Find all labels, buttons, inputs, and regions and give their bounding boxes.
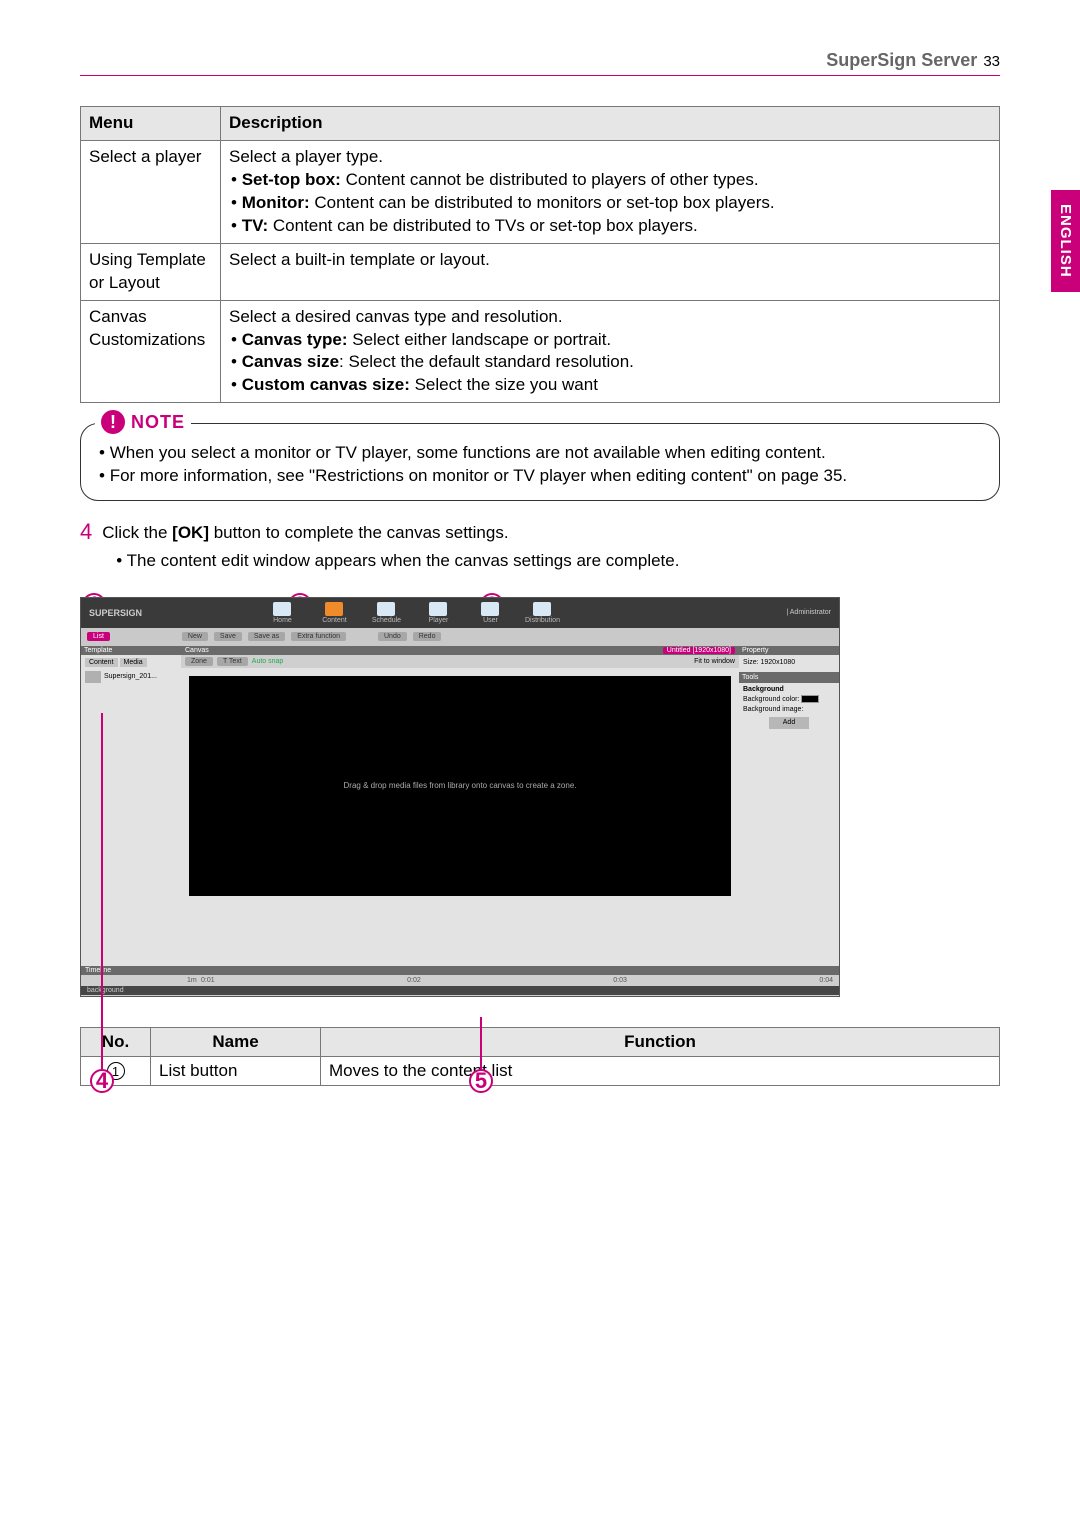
note-item: When you select a monitor or TV player, … xyxy=(99,442,985,465)
nav-user[interactable]: User xyxy=(467,602,513,624)
app-topbar: SUPERSIGN Home Content Schedule Player U… xyxy=(81,598,839,628)
bg-image-label: Background image: xyxy=(743,705,835,715)
zoom-level[interactable]: 1m xyxy=(187,977,197,984)
save-as-button[interactable]: Save as xyxy=(248,632,285,641)
canvas-hint: Drag & drop media files from library ont… xyxy=(344,781,577,790)
template-panel: Template ContentMedia Supersign_201... xyxy=(81,646,181,966)
callout-4: 4 xyxy=(90,1069,114,1093)
thumbnail-icon xyxy=(85,671,101,683)
timeline-panel: Timeline 1m 0:01 0:02 0:03 0:04 backgrou… xyxy=(81,966,839,997)
template-item[interactable]: Supersign_201... xyxy=(85,671,177,683)
auto-snap-toggle[interactable]: Auto snap xyxy=(252,658,284,665)
header-title: SuperSign Server xyxy=(826,50,977,71)
tools-header: Tools xyxy=(739,672,839,684)
note-item: For more information, see "Restrictions … xyxy=(99,465,985,488)
step-number: 4 xyxy=(80,521,92,573)
description-header: Description xyxy=(221,107,1000,141)
nav-schedule[interactable]: Schedule xyxy=(363,602,409,624)
text-button[interactable]: T Text xyxy=(217,657,248,666)
action-toolbar: List New Save Save as Extra function Und… xyxy=(81,628,839,646)
nav-distribution[interactable]: Distribution xyxy=(519,602,565,624)
note-icon: ! xyxy=(101,410,125,434)
ref-header-no: No. xyxy=(81,1027,151,1056)
canvas-area[interactable]: Drag & drop media files from library ont… xyxy=(189,676,731,896)
undo-button[interactable]: Undo xyxy=(378,632,407,641)
step-4: 4 Click the [OK] button to complete the … xyxy=(80,521,1000,573)
page-number: 33 xyxy=(983,53,1000,70)
menu-header: Menu xyxy=(81,107,221,141)
language-tab: ENGLISH xyxy=(1051,190,1080,292)
nav-content[interactable]: Content xyxy=(311,602,357,624)
tab-media[interactable]: Media xyxy=(120,658,147,667)
background-label: Background xyxy=(743,686,784,693)
menu-description-table: Menu Description Select a player Select … xyxy=(80,106,1000,403)
list-button[interactable]: List xyxy=(87,632,110,641)
step-sub: The content edit window appears when the… xyxy=(116,549,679,573)
screenshot-figure: 1 2 3 SUPERSIGN Home Content Schedule Pl… xyxy=(80,597,1000,997)
menu-cell: Canvas Customizations xyxy=(81,300,221,403)
ref-name: List button xyxy=(151,1056,321,1085)
save-button[interactable]: Save xyxy=(214,632,242,641)
add-button[interactable]: Add xyxy=(769,717,809,729)
page-header: SuperSign Server 33 xyxy=(80,50,1000,76)
callout-5: 5 xyxy=(469,1069,493,1093)
template-panel-header: Template xyxy=(81,646,181,655)
user-label: | Administrator xyxy=(786,609,831,616)
new-button[interactable]: New xyxy=(182,632,208,641)
property-panel: Property Size: 1920x1080 Tools Backgroun… xyxy=(739,646,839,966)
nav-home[interactable]: Home xyxy=(259,602,305,624)
size-label: Size: 1920x1080 xyxy=(743,658,835,668)
note-title: NOTE xyxy=(131,412,185,433)
note-box: ! NOTE When you select a monitor or TV p… xyxy=(80,423,1000,501)
zone-button[interactable]: Zone xyxy=(185,657,213,666)
ref-header-function: Function xyxy=(321,1027,1000,1056)
canvas-title-badge: Untitled [1920x1080] xyxy=(663,647,735,654)
desc-cell: Select a built-in template or layout. xyxy=(221,243,1000,300)
timeline-header: Timeline xyxy=(81,966,839,975)
reference-table: No. Name Function 1 List button Moves to… xyxy=(80,1027,1000,1086)
canvas-header: Canvas xyxy=(185,647,209,654)
fit-to-window-select[interactable]: Fit to window xyxy=(694,658,735,665)
desc-cell: Select a player type. Set-top box: Conte… xyxy=(221,140,1000,243)
redo-button[interactable]: Redo xyxy=(413,632,442,641)
tab-content[interactable]: Content xyxy=(85,658,118,667)
timeline-row-background[interactable]: background xyxy=(81,986,839,995)
property-header: Property xyxy=(739,646,839,655)
menu-cell: Using Template or Layout xyxy=(81,243,221,300)
nav-player[interactable]: Player xyxy=(415,602,461,624)
extra-function-button[interactable]: Extra function xyxy=(291,632,346,641)
canvas-panel: Canvas Untitled [1920x1080] Zone T Text … xyxy=(181,646,739,966)
color-swatch[interactable] xyxy=(801,695,819,703)
ref-function: Moves to the content list xyxy=(321,1056,1000,1085)
app-logo: SUPERSIGN xyxy=(89,608,142,618)
desc-cell: Select a desired canvas type and resolut… xyxy=(221,300,1000,403)
ref-header-name: Name xyxy=(151,1027,321,1056)
menu-cell: Select a player xyxy=(81,140,221,243)
